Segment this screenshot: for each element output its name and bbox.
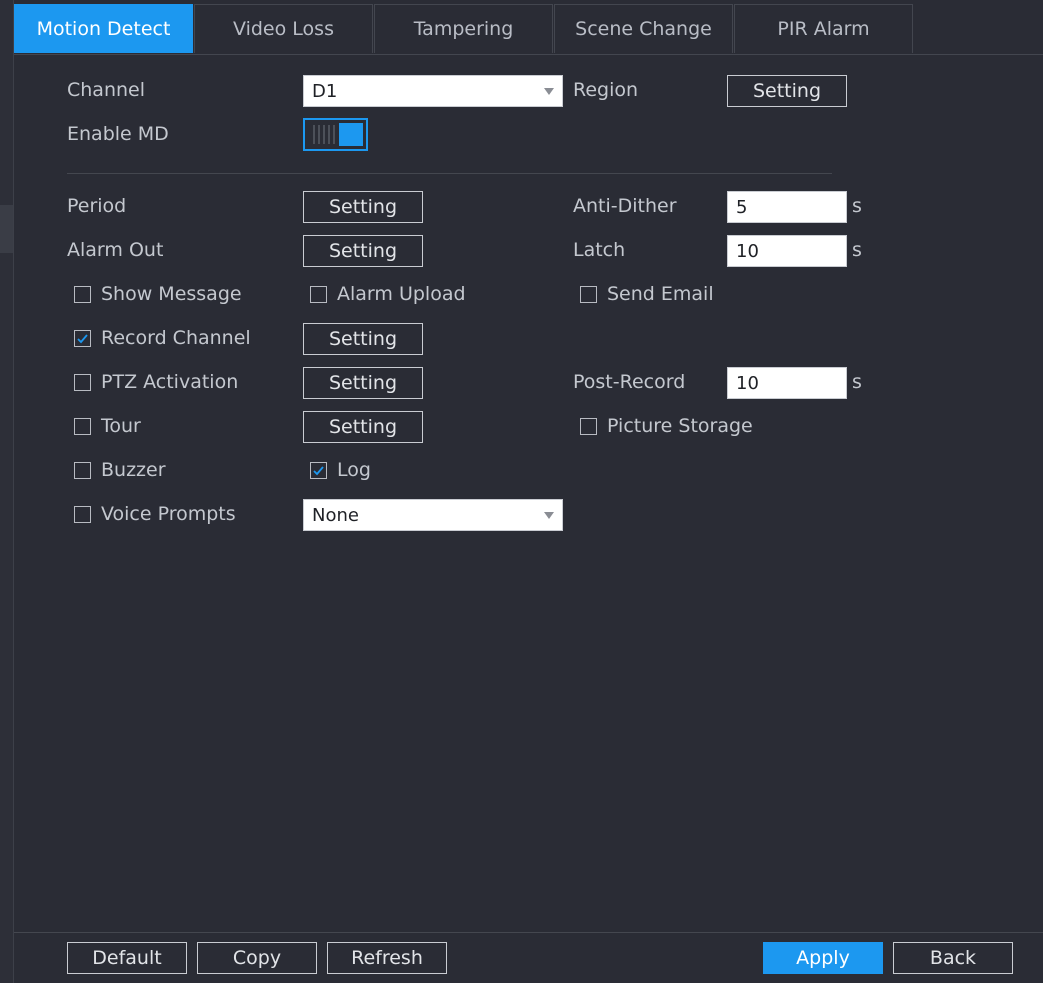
- tab-video-loss[interactable]: Video Loss: [194, 4, 373, 53]
- default-button[interactable]: Default: [67, 942, 187, 974]
- voice-prompts-select[interactable]: None: [303, 499, 563, 531]
- show-message-label: Show Message: [101, 283, 242, 305]
- anti-dither-label: Anti-Dither: [573, 195, 677, 217]
- voice-prompts-value: None: [312, 504, 359, 526]
- post-record-unit: s: [852, 371, 862, 393]
- tour-checkbox[interactable]: [74, 418, 91, 435]
- channel-label: Channel: [67, 79, 146, 101]
- voice-prompts-label: Voice Prompts: [101, 503, 236, 525]
- alarm-upload-label: Alarm Upload: [337, 283, 466, 305]
- channel-value: D1: [312, 80, 338, 102]
- tour-label: Tour: [101, 415, 141, 437]
- log-label: Log: [337, 459, 371, 481]
- footer-divider: [14, 932, 1043, 933]
- ptz-activation-label: PTZ Activation: [101, 371, 239, 393]
- copy-button[interactable]: Copy: [197, 942, 317, 974]
- alarm-out-label: Alarm Out: [67, 239, 164, 261]
- tab-motion-detect[interactable]: Motion Detect: [14, 4, 193, 53]
- checkmark-icon: [77, 334, 88, 344]
- tour-setting-button[interactable]: Setting: [303, 411, 423, 443]
- refresh-button[interactable]: Refresh: [327, 942, 447, 974]
- tab-scene-change[interactable]: Scene Change: [554, 4, 733, 53]
- toggle-knob: [339, 123, 363, 146]
- chevron-down-icon: [544, 512, 554, 519]
- buzzer-label: Buzzer: [101, 459, 166, 481]
- period-setting-button[interactable]: Setting: [303, 191, 423, 223]
- left-edge-strip: [0, 0, 14, 983]
- log-checkbox[interactable]: [310, 462, 327, 479]
- region-label: Region: [573, 79, 639, 101]
- latch-input[interactable]: 10: [727, 235, 847, 267]
- ptz-activation-setting-button[interactable]: Setting: [303, 367, 423, 399]
- checkmark-icon: [313, 466, 324, 476]
- ptz-activation-checkbox[interactable]: [74, 374, 91, 391]
- enable-md-toggle[interactable]: [303, 118, 368, 151]
- record-channel-label: Record Channel: [101, 327, 251, 349]
- alarm-out-setting-button[interactable]: Setting: [303, 235, 423, 267]
- enable-md-label: Enable MD: [67, 123, 169, 145]
- chevron-down-icon: [544, 88, 554, 95]
- latch-unit: s: [852, 239, 862, 261]
- left-edge-marker: [0, 205, 13, 253]
- tab-bar: Motion Detect Video Loss Tampering Scene…: [14, 0, 1043, 55]
- tab-pir-alarm[interactable]: PIR Alarm: [734, 4, 913, 53]
- tab-tampering[interactable]: Tampering: [374, 4, 553, 53]
- apply-button[interactable]: Apply: [763, 942, 883, 974]
- anti-dither-unit: s: [852, 195, 862, 217]
- post-record-input[interactable]: 10: [727, 367, 847, 399]
- post-record-label: Post-Record: [573, 371, 686, 393]
- period-label: Period: [67, 195, 127, 217]
- toggle-track: [313, 125, 337, 144]
- picture-storage-label: Picture Storage: [607, 415, 753, 437]
- channel-select[interactable]: D1: [303, 75, 563, 107]
- show-message-checkbox[interactable]: [74, 286, 91, 303]
- back-button[interactable]: Back: [893, 942, 1013, 974]
- send-email-checkbox[interactable]: [580, 286, 597, 303]
- section-divider: [67, 173, 832, 174]
- picture-storage-checkbox[interactable]: [580, 418, 597, 435]
- voice-prompts-checkbox[interactable]: [74, 506, 91, 523]
- record-channel-setting-button[interactable]: Setting: [303, 323, 423, 355]
- latch-label: Latch: [573, 239, 626, 261]
- record-channel-checkbox[interactable]: [74, 330, 91, 347]
- buzzer-checkbox[interactable]: [74, 462, 91, 479]
- anti-dither-input[interactable]: 5: [727, 191, 847, 223]
- alarm-upload-checkbox[interactable]: [310, 286, 327, 303]
- region-setting-button[interactable]: Setting: [727, 75, 847, 107]
- send-email-label: Send Email: [607, 283, 714, 305]
